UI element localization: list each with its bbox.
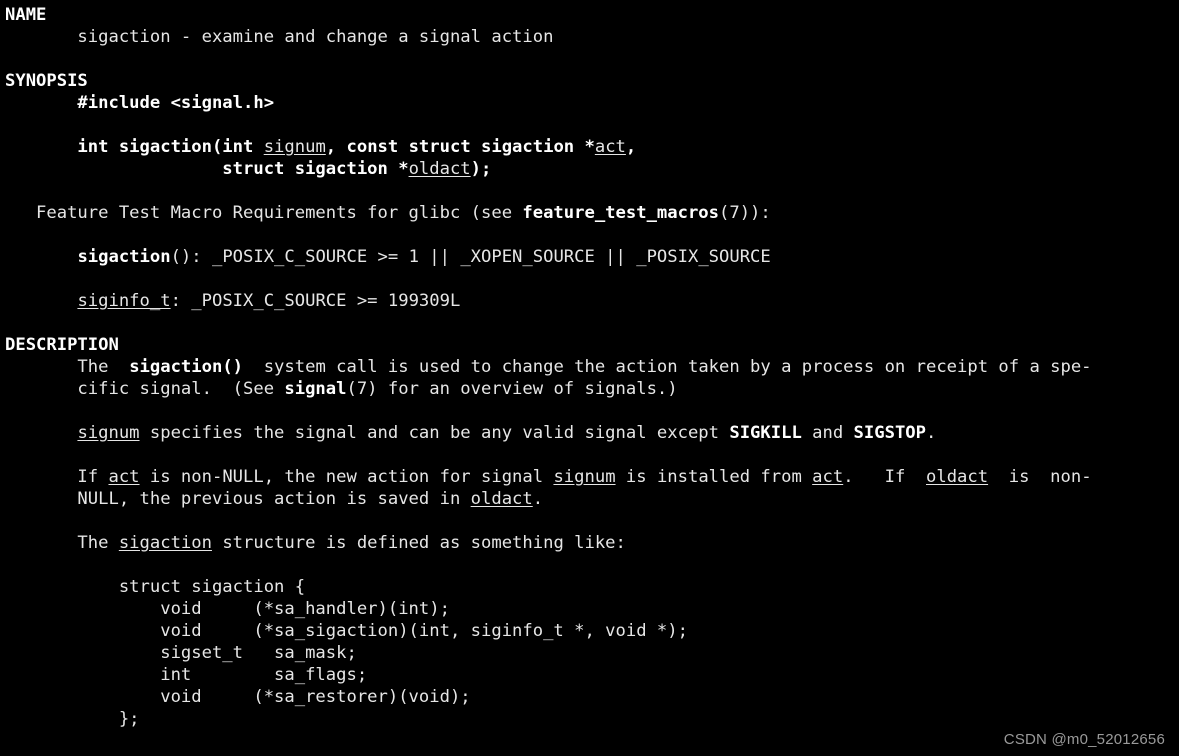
proto-1-part-b: , const struct sigaction * [325,137,595,157]
description-line-2: cific signal. (See signal(7) for an over… [5,378,1179,400]
desc-1-part-b: system call is used to change the action… [243,357,1092,377]
desc-4-mid-2: is installed from [615,467,813,487]
desc-4-param-act: act [108,467,140,487]
proto-1-param-signum: signum [263,137,326,157]
desc-5-end: . [532,489,544,509]
desc-1-bold-sigaction: sigaction() [129,357,244,377]
struct-code-line-4: sigset_t sa_mask; [5,642,1179,664]
desc-4-pre: If [5,467,109,487]
struct-code-text-4: sigset_t sa_mask; [5,643,357,663]
proto-1-param-act: act [594,137,626,157]
struct-code-text-2: void (*sa_handler)(int); [5,599,450,619]
synopsis-include-text: #include <signal.h> [5,93,275,113]
desc-3-part-c: . [925,423,937,443]
description-line-6: The sigaction structure is defined as so… [5,532,1179,554]
section-heading-description: DESCRIPTION [5,334,1179,356]
desc-4-param-oldact: oldact [926,467,989,487]
struct-code-text-6: void (*sa_restorer)(void); [5,687,471,707]
section-heading-synopsis: SYNOPSIS [5,70,1179,92]
desc-4-mid-1: is non-NULL, the new action for signal [139,467,554,487]
synopsis-prototype-line-1: int sigaction(int signum, const struct s… [5,136,1179,158]
terminal-manpage-view[interactable]: NAME sigaction - examine and change a si… [0,0,1179,756]
struct-code-line-5: int sa_flags; [5,664,1179,686]
proto-1-part-a: int sigaction(int [5,137,264,157]
struct-code-line-3: void (*sa_sigaction)(int, siginfo_t *, v… [5,620,1179,642]
desc-3-bold-sigstop: SIGSTOP [853,423,926,443]
struct-code-text-7: }; [5,709,140,729]
description-line-5: NULL, the previous action is saved in ol… [5,488,1179,510]
ftm-siginfo-indent [5,291,77,311]
desc-3-part-a: specifies the signal and can be any vali… [139,423,730,443]
name-description-line: sigaction - examine and change a signal … [5,26,1179,48]
struct-code-text-1: struct sigaction { [5,577,306,597]
ftm-siginfo-rest: : _POSIX_C_SOURCE >= 199309L [170,291,461,311]
ftm-bold-ref: feature_test_macros [522,203,719,223]
desc-6-struct-sigaction: sigaction [118,533,212,553]
desc-3-part-b: and [801,423,854,443]
desc-3-bold-sigkill: SIGKILL [729,423,802,443]
description-line-3: signum specifies the signal and can be a… [5,422,1179,444]
proto-2-part-b: ); [470,159,492,179]
desc-4-param-signum: signum [553,467,616,487]
description-line-1: The sigaction() system call is used to c… [5,356,1179,378]
desc-3-indent [5,423,77,443]
ftm-part-b: (7)): [719,203,771,223]
section-heading-name: NAME [5,4,1179,26]
desc-2-part-b: (7) for an overview of signals.) [346,379,678,399]
proto-2-param-oldact: oldact [408,159,471,179]
struct-code-line-1: struct sigaction { [5,576,1179,598]
ftm-sigaction-bold: sigaction [77,247,171,267]
ftm-sigaction-rest: (): _POSIX_C_SOURCE >= 1 || _XOPEN_SOURC… [170,247,771,267]
desc-1-part-a: The [5,357,130,377]
struct-code-line-2: void (*sa_handler)(int); [5,598,1179,620]
struct-code-line-7: }; [5,708,1179,730]
description-line-4: If act is non-NULL, the new action for s… [5,466,1179,488]
ftm-siginfo-type: siginfo_t [77,291,171,311]
ftm-siginfo-line: siginfo_t: _POSIX_C_SOURCE >= 199309L [5,290,1179,312]
struct-code-text-5: int sa_flags; [5,665,368,685]
section-heading-description-label: DESCRIPTION [5,335,119,355]
section-heading-name-label: NAME [5,5,47,25]
struct-code-text-3: void (*sa_sigaction)(int, siginfo_t *, v… [5,621,688,641]
desc-5-param-oldact: oldact [470,489,533,509]
ftm-part-a: Feature Test Macro Requirements for glib… [5,203,523,223]
desc-6-end: structure is defined as something like: [211,533,626,553]
ftm-sigaction-indent [5,247,77,267]
desc-2-part-a: cific signal. (See [5,379,285,399]
struct-code-line-6: void (*sa_restorer)(void); [5,686,1179,708]
section-heading-synopsis-label: SYNOPSIS [5,71,88,91]
desc-5-part-a: NULL, the previous action is saved in [5,489,471,509]
proto-2-part-a: struct sigaction * [5,159,409,179]
synopsis-include-line: #include <signal.h> [5,92,1179,114]
synopsis-prototype-line-2: struct sigaction *oldact); [5,158,1179,180]
name-description-text: sigaction - examine and change a signal … [5,27,554,47]
desc-4-mid-3: . If [843,467,926,487]
ftm-sigaction-line: sigaction(): _POSIX_C_SOURCE >= 1 || _XO… [5,246,1179,268]
desc-4-param-act-2: act [812,467,844,487]
desc-4-end: is non- [988,467,1092,487]
proto-1-part-c: , [625,137,637,157]
csdn-watermark: CSDN @m0_52012656 [1003,731,1165,748]
desc-3-param-signum: signum [77,423,140,443]
feature-test-macro-heading-line: Feature Test Macro Requirements for glib… [5,202,1179,224]
desc-2-bold-signal: signal [284,379,347,399]
desc-6-pre: The [5,533,119,553]
